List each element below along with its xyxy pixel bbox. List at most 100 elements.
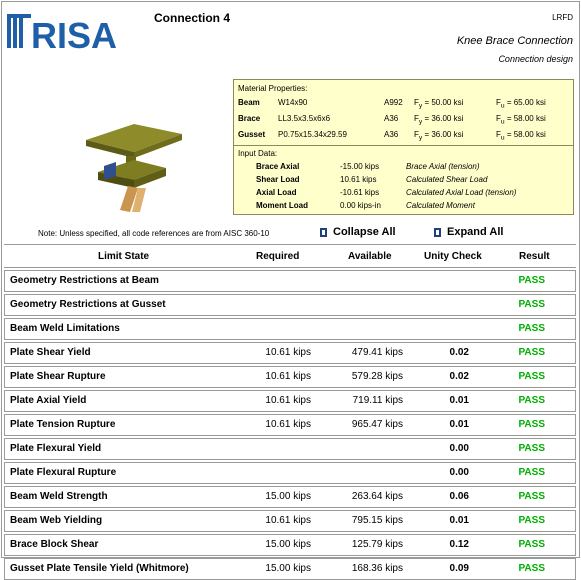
input-row: Axial Load -10.61 kips Calculated Axial … [234, 188, 573, 200]
expand-all-button[interactable]: Expand All [434, 226, 503, 238]
available-cell: 719.11 kips [352, 395, 403, 406]
required-cell: 15.00 kips [265, 539, 311, 550]
available-cell: 579.28 kips [351, 371, 403, 382]
limit-state-cell: Geometry Restrictions at Beam [10, 275, 159, 286]
table-row[interactable]: Plate Axial Yield 10.61 kips 719.11 kips 0.… [4, 390, 576, 412]
limit-state-cell: Plate Tension Rupture [10, 419, 116, 430]
design-label: Connection design [498, 54, 573, 64]
brand-text: RISA [31, 15, 117, 52]
unity-check-cell: 0.01 [449, 419, 469, 430]
header-result: Result [519, 251, 550, 262]
material-row-beam: Beam W14x90 A992 Fy = 50.00 ksi Fu = 65.… [234, 98, 573, 110]
expand-icon [434, 227, 441, 237]
input-label: Shear Load [256, 175, 300, 184]
risa-logo: RISA [7, 14, 117, 52]
material-fy: Fy = 50.00 ksi [414, 98, 464, 110]
material-fy: Fy = 36.00 ksi [414, 114, 464, 126]
limit-state-cell: Plate Flexural Yield [10, 443, 102, 454]
material-section: W14x90 [278, 98, 308, 107]
table-row[interactable]: Geometry Restrictions at Beam PASS [4, 270, 576, 292]
limit-state-cell: Brace Block Shear [10, 539, 99, 550]
required-cell: 10.61 kips [265, 419, 311, 430]
available-cell: 168.36 kips [351, 563, 403, 574]
table-row[interactable]: Plate Tension Rupture 10.61 kips 965.47 ki… [4, 414, 576, 436]
result-cell: PASS [518, 275, 546, 286]
material-grade: A992 [384, 98, 403, 107]
collapse-icon [320, 227, 327, 237]
limit-state-cell: Plate Flexural Rupture [10, 467, 117, 478]
material-section: P0.75x15.34x29.59 [278, 130, 347, 139]
collapse-all-button[interactable]: Collapse All [320, 226, 396, 238]
table-row[interactable]: Plate Shear Rupture 10.61 kips 579.28 kips… [4, 366, 576, 388]
unity-check-cell: 0.06 [449, 491, 469, 502]
required-cell: 15.00 kips [265, 563, 311, 574]
material-grade: A36 [384, 130, 399, 139]
unity-check-cell: 0.00 [449, 467, 469, 478]
input-heading: Input Data: [238, 149, 278, 158]
properties-panel: Material Properties: Beam W14x90 A992 Fy… [233, 79, 574, 215]
input-desc: Calculated Shear Load [406, 175, 488, 184]
required-cell: 15.00 kips [265, 491, 311, 502]
code-reference-note: Note: Unless specified, all code referen… [38, 229, 270, 238]
limit-state-cell: Geometry Restrictions at Gusset [10, 299, 166, 310]
input-value: -15.00 kips [340, 162, 380, 171]
table-row[interactable]: Beam Weld Limitations PASS [4, 318, 576, 340]
limit-state-cell: Plate Shear Yield [10, 347, 91, 358]
result-cell: PASS [518, 443, 546, 454]
unity-check-cell: 0.12 [449, 539, 469, 550]
required-cell: 10.61 kips [265, 515, 311, 526]
connection-type: Knee Brace Connection [456, 35, 573, 47]
result-cell: PASS [518, 467, 546, 478]
result-cell: PASS [518, 299, 546, 310]
available-cell: 965.47 kips [351, 419, 403, 430]
result-cell: PASS [518, 371, 546, 382]
available-cell: 263.64 kips [351, 491, 403, 502]
table-row[interactable]: Beam Web Yielding 10.61 kips 795.15 kips 0.… [4, 510, 576, 532]
input-label: Brace Axial [256, 162, 300, 171]
limit-state-cell: Beam Weld Strength [10, 491, 108, 502]
unity-check-cell: 0.01 [449, 395, 469, 406]
header-unity-check: Unity Check [424, 251, 482, 262]
connection-title: Connection 4 [154, 11, 231, 25]
unity-check-cell: 0.00 [449, 443, 469, 454]
connection-3d-model [86, 124, 182, 212]
table-row[interactable]: Plate Flexural Rupture 0.00 PASS [4, 462, 576, 484]
material-fu: Fu = 58.00 ksi [496, 130, 546, 142]
material-grade: A36 [384, 114, 399, 123]
result-cell: PASS [518, 539, 546, 550]
limit-state-cell: Beam Weld Limitations [10, 323, 120, 334]
available-cell: 125.79 kips [351, 539, 403, 550]
header-available: Available [348, 251, 392, 262]
limit-state-cell: Plate Shear Rupture [10, 371, 106, 382]
input-desc: Calculated Moment [406, 201, 475, 210]
result-cell: PASS [518, 563, 546, 574]
material-part: Beam [238, 98, 260, 107]
input-value: 10.61 kips [340, 175, 377, 184]
material-fu: Fu = 58.00 ksi [496, 114, 546, 126]
table-row[interactable]: Plate Shear Yield 10.61 kips 479.41 kips 0.… [4, 342, 576, 364]
header-limit-state: Limit State [98, 251, 150, 262]
table-row[interactable]: Gusset Plate Tensile Yield (Whitmore) 15.… [4, 558, 576, 580]
result-cell: PASS [518, 419, 546, 430]
unity-check-cell: 0.02 [449, 347, 469, 358]
unity-check-cell: 0.09 [449, 563, 469, 574]
panel-divider [234, 145, 573, 146]
table-row[interactable]: Brace Block Shear 15.00 kips 125.79 kips 0.… [4, 534, 576, 556]
input-desc: Brace Axial (tension) [406, 162, 480, 171]
result-cell: PASS [518, 323, 546, 334]
table-row[interactable]: Plate Flexural Yield 0.00 PASS [4, 438, 576, 460]
input-row: Shear Load 10.61 kips Calculated Shear L… [234, 175, 573, 187]
result-cell: PASS [518, 395, 546, 406]
table-header: Limit State Required Available Unity Che… [4, 244, 576, 268]
result-cell: PASS [518, 347, 546, 358]
material-row-gusset: Gusset P0.75x15.34x29.59 A36 Fy = 36.00 … [234, 130, 573, 142]
material-fu: Fu = 65.00 ksi [496, 98, 546, 110]
result-cell: PASS [518, 491, 546, 502]
material-section: LL3.5x3.5x6x6 [278, 114, 331, 123]
table-row[interactable]: Geometry Restrictions at Gusset PASS [4, 294, 576, 316]
input-value: -10.61 kips [340, 188, 380, 197]
table-row[interactable]: Beam Weld Strength 15.00 kips 263.64 kips 0… [4, 486, 576, 508]
unity-check-cell: 0.01 [449, 515, 469, 526]
expand-all-label: Expand All [447, 226, 504, 238]
material-part: Gusset [238, 130, 266, 139]
